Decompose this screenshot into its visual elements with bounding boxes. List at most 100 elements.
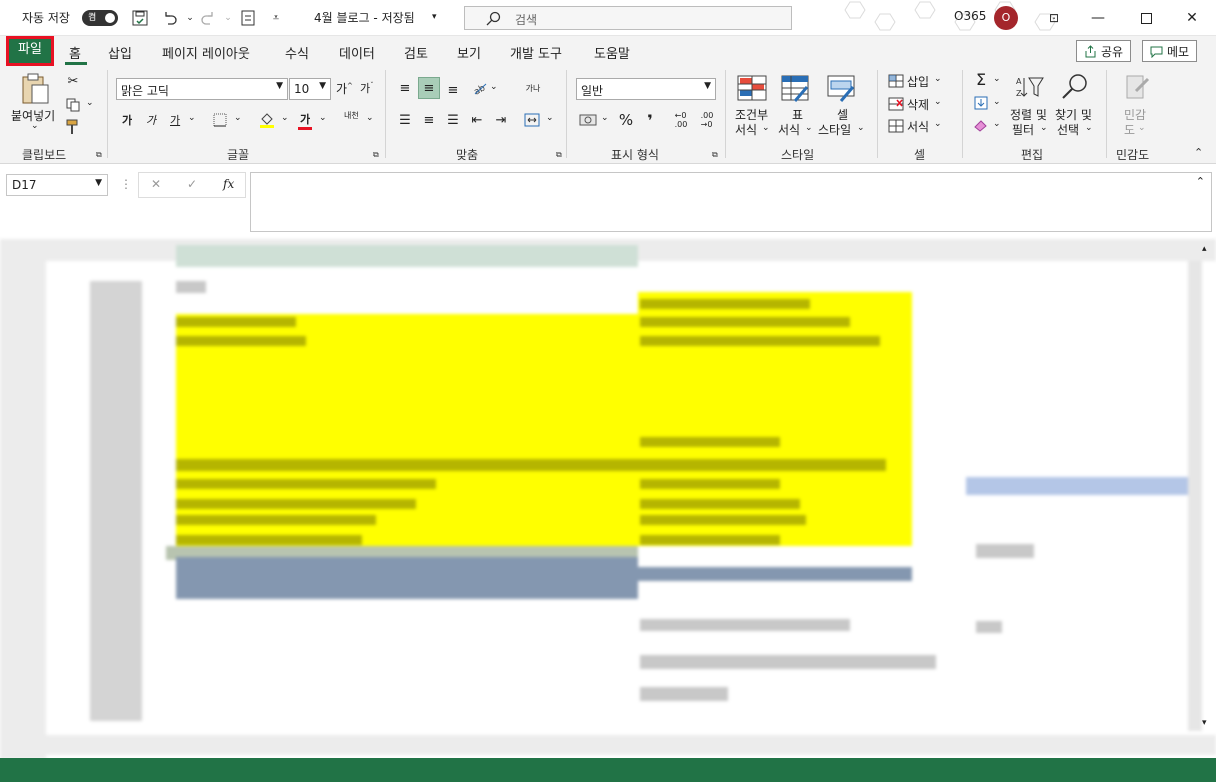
confirm-entry-icon[interactable]: ✓ [187,177,197,191]
tab-data[interactable]: 데이터 [339,43,375,62]
accounting-format-icon[interactable] [578,110,598,130]
align-center-icon[interactable]: ≡ [420,110,438,130]
border-icon[interactable] [212,112,228,128]
worksheet-grid[interactable] [0,239,1216,759]
copy-icon[interactable] [64,96,82,114]
close-icon[interactable]: ✕ [1180,6,1204,30]
delete-dropdown-icon[interactable]: ⌄ [934,97,942,107]
clipboard-launcher-icon[interactable]: ⧉ [96,150,102,160]
copy-dropdown-icon[interactable]: ⌄ [86,98,94,108]
shrink-font-button[interactable]: 가ˇ [360,80,374,96]
redo-dropdown-icon[interactable]: ⌄ [218,8,238,28]
insert-function-icon[interactable]: fx [223,177,234,191]
sort-filter-icon[interactable]: AZ [1014,72,1046,102]
align-middle-icon[interactable]: ≡ [418,77,440,99]
comma-style-icon[interactable]: ❜ [640,110,660,130]
redo-icon[interactable] [198,8,218,28]
tab-help[interactable]: 도움말 [594,43,630,62]
merge-dropdown-icon[interactable]: ⌄ [546,113,554,123]
document-title[interactable]: 4월 블로그 - 저장됨 [314,9,415,26]
paste-icon[interactable] [18,72,52,106]
collapse-ribbon-icon[interactable]: ⌃ [1194,146,1203,159]
cell-styles-icon[interactable] [826,74,858,104]
alignment-launcher-icon[interactable]: ⧉ [556,150,562,160]
tab-formulas[interactable]: 수식 [285,43,309,62]
sort-filter-label-2[interactable]: 필터 [1012,121,1034,138]
border-dropdown-icon[interactable]: ⌄ [234,113,242,123]
font-launcher-icon[interactable]: ⧉ [373,150,379,160]
font-size-combo[interactable]: 10 ▼ [289,78,331,100]
insert-dropdown-icon[interactable]: ⌄ [934,74,942,84]
tab-insert[interactable]: 삽입 [108,43,132,62]
avatar[interactable]: O [994,6,1018,30]
format-dropdown-icon[interactable]: ⌄ [934,119,942,129]
autosum-dropdown-icon[interactable]: ⌄ [993,74,1001,84]
cut-icon[interactable]: ✂ [64,72,82,90]
find-dropdown-icon[interactable]: ⌄ [1085,123,1093,133]
align-bottom-icon[interactable]: ≡ [444,80,462,100]
percent-icon[interactable]: % [616,110,636,130]
delete-cells-label[interactable]: 삭제 [907,96,929,113]
cell-styles-dropdown-icon[interactable]: ⌄ [857,123,865,133]
formula-input[interactable]: ⌃ [250,172,1212,232]
table-dropdown-icon[interactable]: ⌄ [805,123,813,133]
customize-qat-icon[interactable]: ⩡ [266,8,286,28]
fill-dropdown-icon[interactable]: ⌄ [993,97,1001,107]
name-box[interactable]: D17 ▼ [6,174,108,196]
orientation-icon[interactable]: ab [470,78,490,98]
phonetic-button[interactable]: 내천 [344,110,359,121]
save-icon[interactable] [130,8,150,28]
format-painter-icon[interactable] [64,118,82,136]
number-launcher-icon[interactable]: ⧉ [712,150,718,160]
italic-button[interactable]: 가 [146,112,156,128]
conditional-formatting-label-2[interactable]: 서식 [735,121,757,138]
autosum-icon[interactable]: Σ [972,70,990,89]
undo-icon[interactable] [160,8,180,28]
font-color-dropdown-icon[interactable]: ⌄ [319,113,327,123]
orientation-dropdown-icon[interactable]: ⌄ [490,82,498,92]
find-select-icon[interactable] [1058,72,1090,102]
expand-formula-icon[interactable]: ⌃ [1196,175,1205,188]
font-color-icon[interactable]: 가 [296,110,314,130]
phonetic-dropdown-icon[interactable]: ⌄ [366,113,374,123]
tab-home[interactable]: 홈 [69,43,81,62]
comments-button[interactable]: 메모 [1142,40,1198,62]
clear-dropdown-icon[interactable]: ⌄ [993,119,1001,129]
scroll-down-icon[interactable]: ▾ [1202,718,1207,728]
decrease-decimal-icon[interactable]: .00 →0 [696,110,718,130]
format-cells-label[interactable]: 서식 [907,118,929,135]
decrease-indent-icon[interactable]: ⇤ [468,110,486,130]
merge-center-icon[interactable] [522,110,542,130]
align-top-icon[interactable]: ≡ [396,78,414,98]
accounting-dropdown-icon[interactable]: ⌄ [601,113,609,123]
format-as-table-label-2[interactable]: 서식 [778,121,800,138]
increase-decimal-icon[interactable]: ←0.00 [670,110,692,130]
cell-styles-label-2[interactable]: 스타일 [818,121,851,138]
sensitivity-icon[interactable] [1122,72,1152,102]
account-name[interactable]: O365 [954,9,986,23]
wrap-text-icon[interactable]: 가나 [522,76,544,100]
grow-font-button[interactable]: 가^ [336,80,353,97]
share-button[interactable]: 공유 [1076,40,1132,62]
tab-page-layout[interactable]: 페이지 레이아웃 [162,43,250,62]
align-left-icon[interactable]: ☰ [396,110,414,130]
tab-view[interactable]: 보기 [457,43,481,62]
search-box[interactable]: 검색 [464,6,792,30]
tab-developer[interactable]: 개발 도구 [510,43,562,62]
sensitivity-label-2[interactable]: 도 [1124,121,1135,138]
delete-cells-icon[interactable] [887,95,905,113]
sensitivity-dropdown-icon[interactable]: ⌄ [1138,123,1146,133]
fill-color-dropdown-icon[interactable]: ⌄ [281,113,289,123]
tab-review[interactable]: 검토 [404,43,428,62]
fill-icon[interactable] [972,94,990,112]
bold-button[interactable]: 가 [122,112,132,128]
increase-indent-icon[interactable]: ⇥ [492,110,510,130]
vertical-scrollbar[interactable] [1188,261,1202,731]
tab-file[interactable]: 파일 [6,36,54,66]
font-name-combo[interactable]: 맑은 고딕 ▼ [116,78,288,100]
cancel-entry-icon[interactable]: ✕ [151,177,161,191]
find-select-label-2[interactable]: 선택 [1057,121,1079,138]
minimize-icon[interactable]: — [1086,6,1110,30]
maximize-icon[interactable] [1134,6,1158,30]
align-right-icon[interactable]: ☰ [444,110,462,130]
